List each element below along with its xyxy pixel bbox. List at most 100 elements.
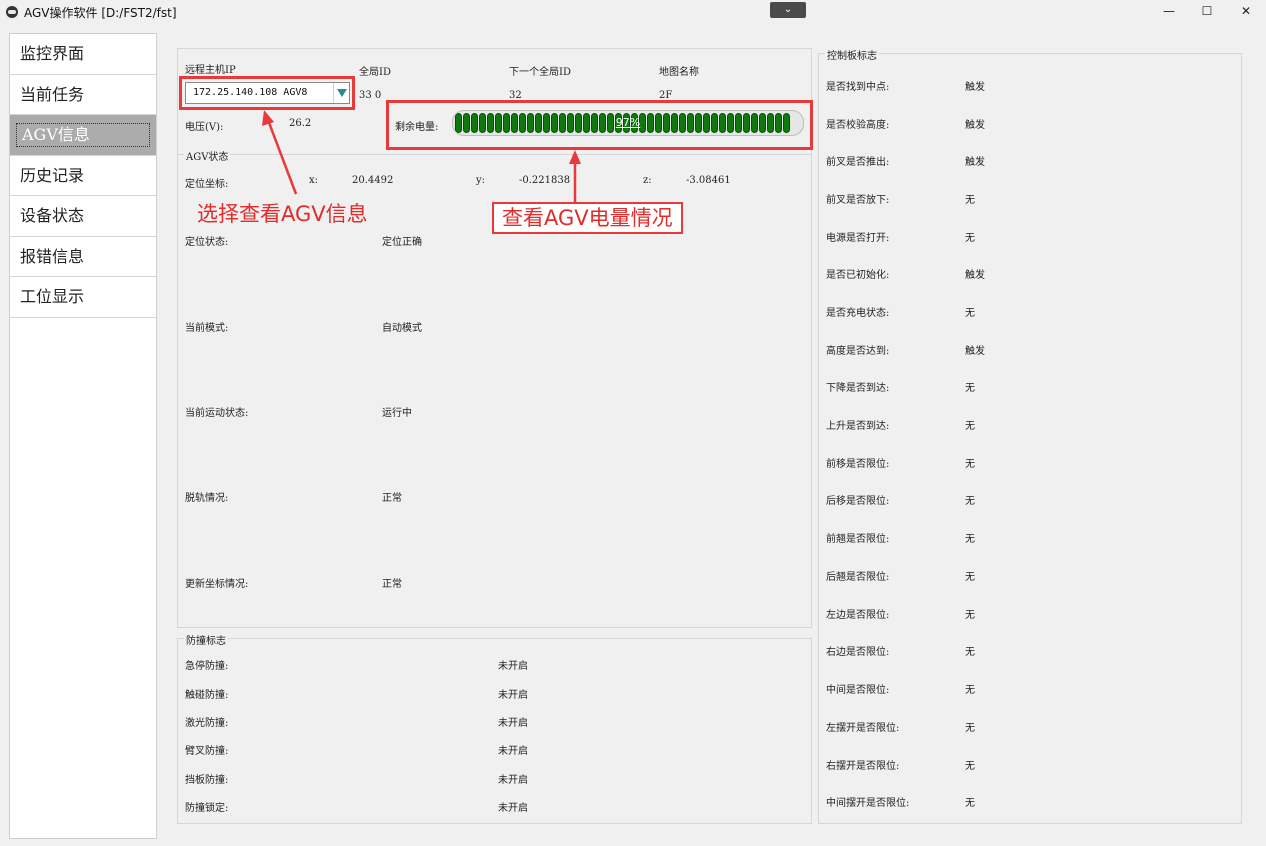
collision-row-label: 防撞锁定: (185, 803, 229, 814)
flag-row-label: 下降是否到达: (826, 383, 890, 394)
status-row-value: 自动模式 (382, 323, 422, 334)
flag-row-value: 无 (965, 195, 975, 206)
coord-label: 定位坐标: (185, 179, 229, 190)
flag-row-value: 无 (965, 496, 975, 507)
collision-row-label: 触碰防撞: (185, 690, 229, 701)
flag-row-value: 无 (965, 233, 975, 244)
collision-row-label: 急停防撞: (185, 661, 229, 672)
collision-row-value: 未开启 (498, 746, 528, 757)
title-bar: AGV操作软件 [D:/FST2/fst] ⌄ — ☐ ✕ (0, 0, 1266, 24)
remote-ip-label: 远程主机IP (185, 65, 236, 76)
flag-row-value: 无 (965, 421, 975, 432)
flag-row-value: 无 (965, 459, 975, 470)
app-icon (6, 6, 18, 18)
annotation-box-battery (386, 100, 813, 150)
flag-row-label: 中间是否限位: (826, 685, 890, 696)
status-row-value: 正常 (382, 493, 402, 504)
control-flags-group: 控制板标志 (818, 47, 1242, 824)
global-id-label: 全局ID (359, 67, 391, 78)
sidebar-item-history[interactable]: 历史记录 (10, 156, 156, 196)
collision-title: 防撞标志 (184, 632, 228, 647)
flag-row-label: 上升是否到达: (826, 421, 890, 432)
window-title: AGV操作软件 [D:/FST2/fst] (24, 6, 177, 20)
flag-row-label: 是否找到中点: (826, 82, 890, 93)
y-value: -0.221838 (519, 175, 571, 186)
y-label: y: (476, 175, 486, 186)
flag-row-label: 前叉是否推出: (826, 157, 890, 168)
flag-row-label: 是否充电状态: (826, 308, 890, 319)
status-row-label: 当前模式: (185, 323, 229, 334)
control-flags-title: 控制板标志 (825, 47, 879, 62)
close-button[interactable]: ✕ (1235, 3, 1257, 19)
flag-row-value: 触发 (965, 120, 985, 131)
map-name-label: 地图名称 (659, 67, 699, 78)
status-row-label: 当前运动状态: (185, 408, 249, 419)
voltage-value: 26.2 (289, 118, 312, 129)
flag-row-label: 前移是否限位: (826, 459, 890, 470)
flag-row-label: 左边是否限位: (826, 610, 890, 621)
flag-row-label: 高度是否达到: (826, 346, 890, 357)
collision-row-label: 臂叉防撞: (185, 746, 229, 757)
sidebar-item-station-display[interactable]: 工位显示 (10, 277, 156, 318)
flag-row-value: 无 (965, 761, 975, 772)
collision-row-label: 激光防撞: (185, 718, 229, 729)
flag-row-value: 无 (965, 798, 975, 809)
next-global-id-label: 下一个全局ID (509, 67, 571, 78)
flag-row-label: 是否已初始化: (826, 270, 890, 281)
sidebar-item-monitor[interactable]: 监控界面 (10, 34, 156, 75)
maximize-button[interactable]: ☐ (1196, 3, 1218, 19)
flag-row-value: 触发 (965, 270, 985, 281)
flag-row-label: 右摆开是否限位: (826, 761, 900, 772)
status-row-value: 正常 (382, 579, 402, 590)
sidebar-item-agv-info[interactable]: AGV信息 (10, 115, 156, 156)
collision-row-value: 未开启 (498, 718, 528, 729)
flag-row-value: 触发 (965, 82, 985, 93)
annotation-select-agv-text: 选择查看AGV信息 (197, 202, 368, 226)
collision-row-value: 未开启 (498, 690, 528, 701)
status-row-label: 更新坐标情况: (185, 579, 249, 590)
status-row-label: 定位状态: (185, 237, 229, 248)
global-id-value: 33 0 (359, 90, 382, 101)
annotation-box-ip (179, 76, 355, 110)
flag-row-value: 无 (965, 647, 975, 658)
flag-row-value: 无 (965, 308, 975, 319)
status-row-label: 脱轨情况: (185, 493, 229, 504)
collision-row-label: 挡板防撞: (185, 775, 229, 786)
flag-row-label: 是否校验高度: (826, 120, 890, 131)
flag-row-label: 后移是否限位: (826, 496, 890, 507)
flag-row-label: 电源是否打开: (826, 233, 890, 244)
sidebar-item-current-task[interactable]: 当前任务 (10, 75, 156, 115)
flag-row-label: 右边是否限位: (826, 647, 890, 658)
flag-row-value: 无 (965, 723, 975, 734)
flag-row-label: 中间摆开是否限位: (826, 798, 910, 809)
flag-row-label: 左摆开是否限位: (826, 723, 900, 734)
flag-row-value: 无 (965, 685, 975, 696)
flag-row-label: 后翘是否限位: (826, 572, 890, 583)
collision-group: 防撞标志 (177, 632, 812, 824)
sidebar-item-error-info[interactable]: 报错信息 (10, 237, 156, 277)
sidebar-item-device-status[interactable]: 设备状态 (10, 196, 156, 237)
flag-row-label: 前叉是否放下: (826, 195, 890, 206)
annotation-battery-text: 查看AGV电量情况 (492, 202, 683, 234)
voltage-label: 电压(V): (185, 122, 224, 133)
flag-row-label: 前翘是否限位: (826, 534, 890, 545)
flag-row-value: 触发 (965, 346, 985, 357)
flag-row-value: 无 (965, 572, 975, 583)
minimize-button[interactable]: — (1158, 3, 1180, 19)
sidebar-nav: 监控界面 当前任务 AGV信息 历史记录 设备状态 报错信息 工位显示 (9, 33, 157, 839)
flag-row-value: 无 (965, 610, 975, 621)
collision-row-value: 未开启 (498, 803, 528, 814)
z-value: -3.08461 (686, 175, 731, 186)
flag-row-value: 无 (965, 383, 975, 394)
agv-status-title: AGV状态 (184, 148, 231, 163)
status-row-value: 定位正确 (382, 237, 422, 248)
x-label: x: (309, 175, 319, 186)
collapse-button[interactable]: ⌄ (770, 2, 806, 18)
status-row-value: 运行中 (382, 408, 412, 419)
flag-row-value: 无 (965, 534, 975, 545)
collision-row-value: 未开启 (498, 661, 528, 672)
z-label: z: (643, 175, 652, 186)
x-value: 20.4492 (352, 175, 394, 186)
flag-row-value: 触发 (965, 157, 985, 168)
collision-row-value: 未开启 (498, 775, 528, 786)
